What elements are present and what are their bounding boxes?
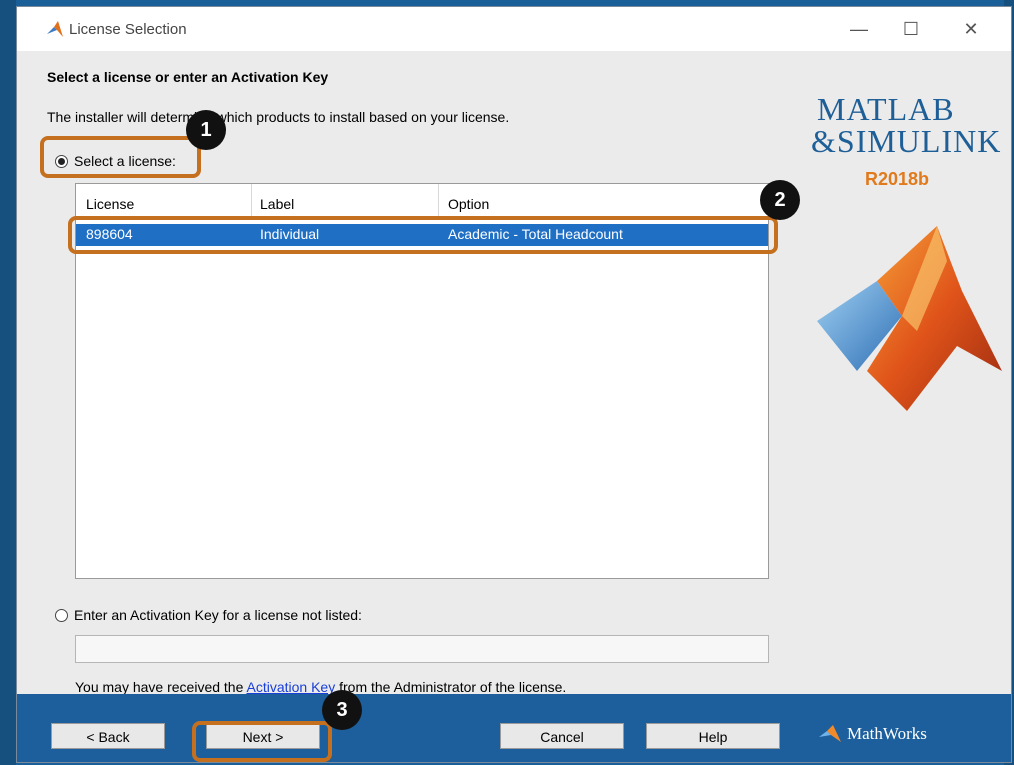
activation-key-link[interactable]: Activation Key: [247, 679, 336, 695]
maximize-button[interactable]: ☐: [891, 15, 931, 43]
title-bar: License Selection — ☐ ✕: [17, 7, 1011, 51]
desktop-edge-left: [0, 0, 16, 765]
callout-highlight-select-license: [40, 136, 201, 178]
mathworks-membrane-icon: [819, 725, 841, 742]
window-title: License Selection: [69, 21, 187, 38]
column-divider: [438, 184, 439, 218]
activation-key-radio[interactable]: [55, 608, 68, 622]
page-description: The installer will determine which produ…: [47, 109, 510, 125]
callout-highlight-license-row: [68, 216, 778, 254]
table-header: License Label Option: [76, 184, 768, 219]
column-header-license[interactable]: License: [86, 196, 134, 212]
callout-badge-3: 3: [322, 690, 362, 730]
column-header-label[interactable]: Label: [260, 196, 294, 212]
footer-bar: < Back Next > Cancel Help MathWorks: [17, 694, 1011, 762]
hint-text-start: You may have received the: [75, 679, 247, 695]
help-button[interactable]: Help: [646, 723, 780, 749]
hint-text-end: from the Administrator of the license.: [335, 679, 567, 695]
matlab-app-icon: [47, 21, 63, 37]
logo-simulink-text: &SIMULINK: [811, 123, 1002, 159]
activation-key-input[interactable]: [75, 635, 769, 663]
callout-highlight-next-button: [192, 721, 332, 762]
page-heading: Select a license or enter an Activation …: [47, 69, 329, 85]
matlab-membrane-logo: [817, 226, 1002, 411]
back-button[interactable]: < Back: [51, 723, 165, 749]
minimize-button[interactable]: —: [839, 15, 879, 43]
column-header-option[interactable]: Option: [448, 196, 489, 212]
release-label: R2018b: [865, 169, 930, 189]
mathworks-brand-text: MathWorks: [847, 724, 927, 743]
mathworks-logo: MathWorks: [817, 724, 927, 744]
activation-hint: You may have received the Activation Key…: [75, 679, 566, 695]
activation-key-label: Enter an Activation Key for a license no…: [74, 607, 362, 623]
callout-badge-2: 2: [760, 180, 800, 220]
close-button[interactable]: ✕: [951, 15, 991, 43]
license-selection-window: License Selection — ☐ ✕ Select a license…: [16, 6, 1012, 763]
column-divider: [251, 184, 252, 218]
callout-badge-1: 1: [186, 110, 226, 150]
cancel-button[interactable]: Cancel: [500, 723, 624, 749]
activation-key-option[interactable]: Enter an Activation Key for a license no…: [55, 607, 362, 623]
